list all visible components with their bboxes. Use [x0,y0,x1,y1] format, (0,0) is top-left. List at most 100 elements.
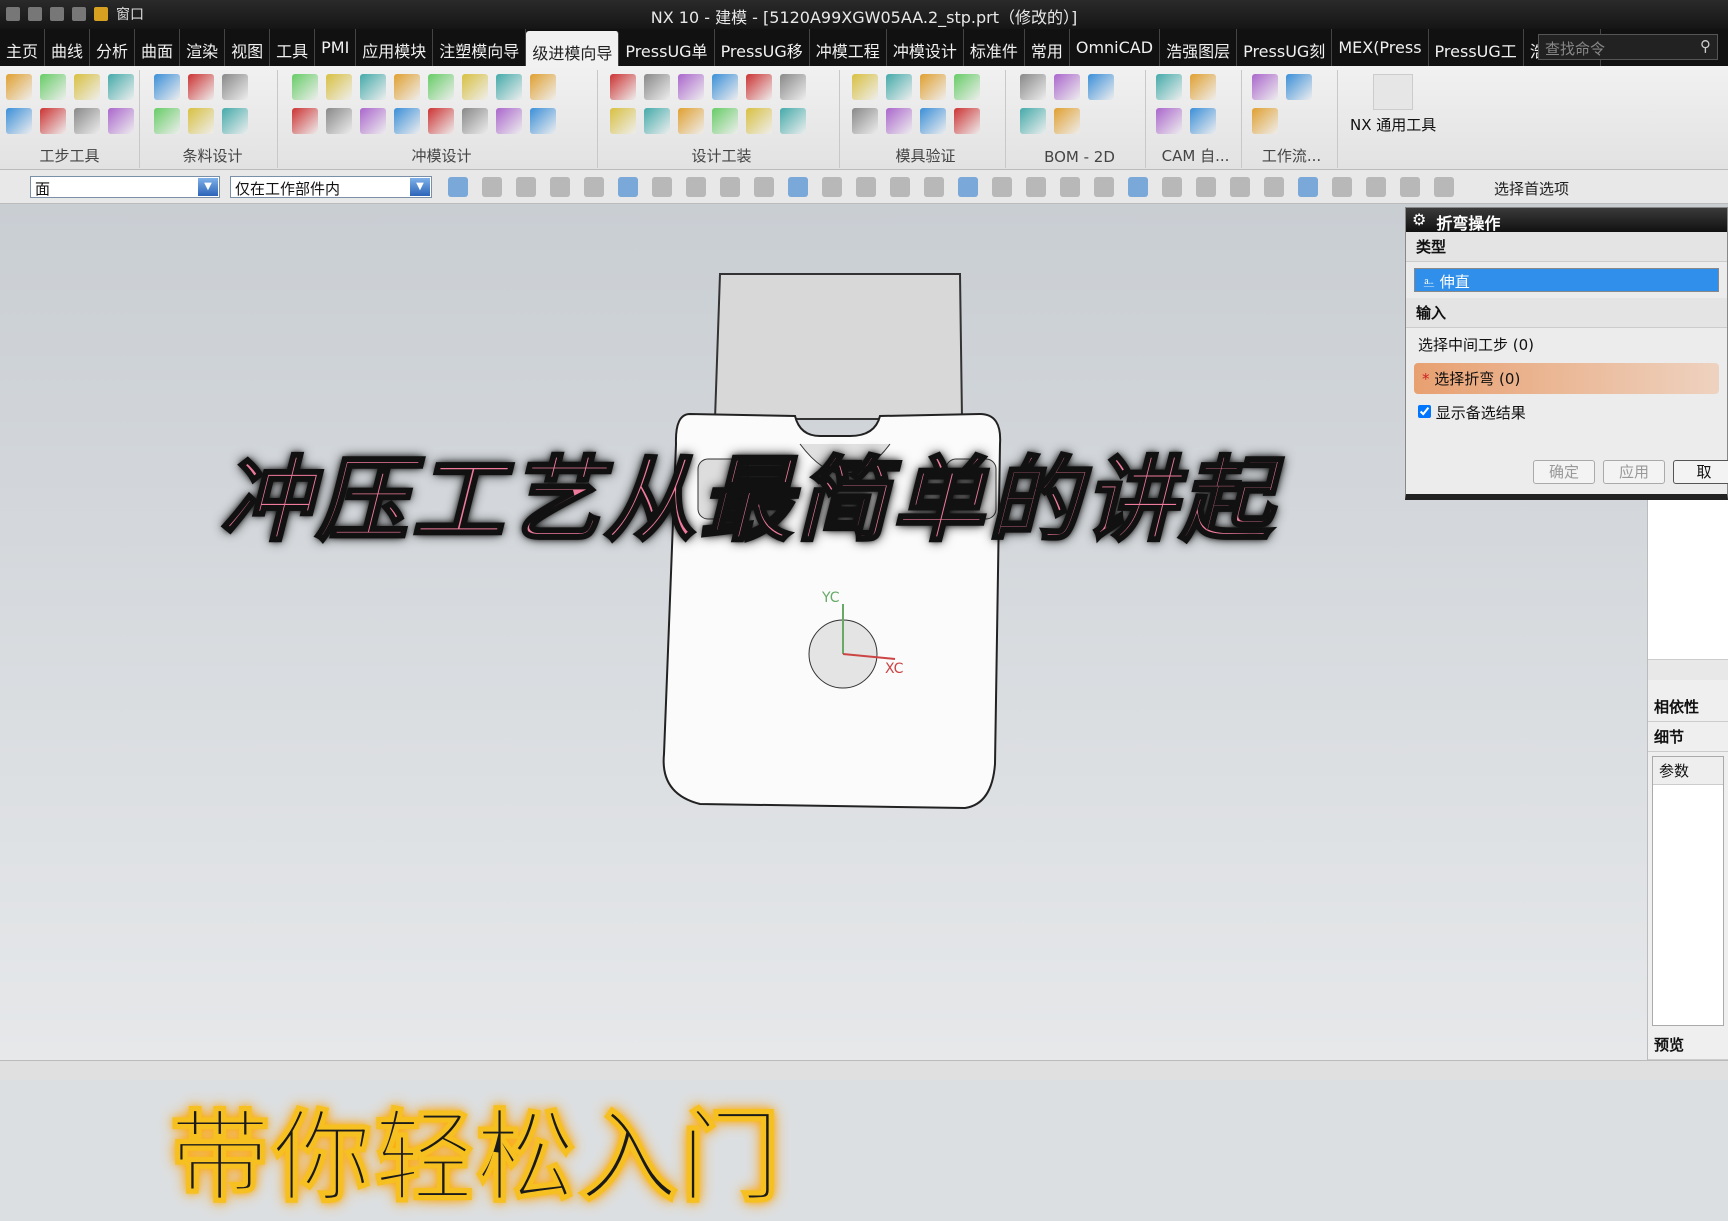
ribbon-tool-icon[interactable] [746,74,772,100]
selection-tool-icon[interactable] [584,177,604,197]
select-bend[interactable]: * 选择折弯 (0) [1414,363,1719,394]
selection-tool-icon[interactable] [822,177,842,197]
tab-15[interactable]: 标准件 [964,29,1025,66]
selection-tool-icon[interactable] [890,177,910,197]
tab-0[interactable]: 主页 [0,29,46,66]
show-alternatives-checkbox[interactable] [1418,405,1431,418]
gear-icon[interactable]: ⚙ [1412,210,1426,230]
ok-button[interactable]: 确定 [1533,460,1595,484]
selection-tool-icon[interactable] [686,177,706,197]
ribbon-tool-icon[interactable] [712,108,738,134]
tab-5[interactable]: 视图 [225,29,271,66]
ribbon-tool-icon[interactable] [108,108,134,134]
dependency-section[interactable]: 相依性 [1648,692,1728,722]
ribbon-tool-icon[interactable] [40,74,66,100]
tab-13[interactable]: 冲模工程 [810,29,887,66]
selection-tool-icon[interactable] [788,177,808,197]
tab-6[interactable]: 工具 [270,29,316,66]
ribbon-tool-icon[interactable] [780,74,806,100]
ribbon-tool-icon[interactable] [188,108,214,134]
ribbon-tool-icon[interactable] [1020,74,1046,100]
selection-tool-icon[interactable] [958,177,978,197]
tab-1[interactable]: 曲线 [45,29,91,66]
selection-tool-icon[interactable] [448,177,468,197]
ribbon-tool-icon[interactable] [292,74,318,100]
ribbon-tool-icon[interactable] [1286,74,1312,100]
selection-tool-icon[interactable] [1162,177,1182,197]
selection-tool-icon[interactable] [1434,177,1454,197]
ribbon-tool-icon[interactable] [74,108,100,134]
ribbon-tool-icon[interactable] [644,74,670,100]
selection-tool-icon[interactable] [856,177,876,197]
tab-20[interactable]: MEX(Press [1332,29,1429,66]
tab-4[interactable]: 渲染 [180,29,226,66]
selection-tool-icon[interactable] [482,177,502,197]
ribbon-tool-icon[interactable] [360,108,386,134]
ribbon-tool-icon[interactable] [394,108,420,134]
tab-12[interactable]: PressUG移 [715,29,810,66]
tab-7[interactable]: PMI [315,29,357,66]
ribbon-tool-icon[interactable] [462,74,488,100]
tab-3[interactable]: 曲面 [135,29,181,66]
tab-14[interactable]: 冲模设计 [887,29,964,66]
ribbon-tool-icon[interactable] [1252,108,1278,134]
ribbon-tool-icon[interactable] [920,108,946,134]
ribbon-tool-icon[interactable] [530,108,556,134]
selection-tool-icon[interactable] [720,177,740,197]
tab-11[interactable]: PressUG单 [619,29,715,66]
ribbon-tool-icon[interactable] [462,108,488,134]
select-intermediate-step[interactable]: 选择中间工步 (0) [1406,328,1727,361]
input-section[interactable]: 输入 [1406,298,1727,328]
selection-tool-icon[interactable] [1400,177,1420,197]
ribbon-tool-icon[interactable] [886,74,912,100]
selection-tool-icon[interactable] [1366,177,1386,197]
type-select[interactable]: ⎁ 伸直 [1414,268,1719,292]
ribbon-tool-icon[interactable] [610,74,636,100]
ribbon-tool-icon[interactable] [428,74,454,100]
selection-preferences-button[interactable]: 选择首选项 [1494,178,1569,199]
ribbon-tool-icon[interactable] [678,74,704,100]
tab-16[interactable]: 常用 [1025,29,1070,66]
selection-tool-icon[interactable] [1264,177,1284,197]
ribbon-tool-icon[interactable] [6,74,32,100]
apply-button[interactable]: 应用 [1603,460,1665,484]
ribbon-tool-icon[interactable] [746,108,772,134]
ribbon-tool-icon[interactable] [428,108,454,134]
tab-10[interactable]: 级进模向导 [526,31,620,66]
ribbon-tool-icon[interactable] [886,108,912,134]
type-section[interactable]: 类型 [1406,232,1727,262]
selection-scope-select[interactable]: 仅在工作部件内 ▼ [230,176,432,198]
tab-21[interactable]: PressUG工 [1429,29,1524,66]
selection-tool-icon[interactable] [1060,177,1080,197]
selection-tool-icon[interactable] [1230,177,1250,197]
ribbon-tool-icon[interactable] [954,74,980,100]
selection-tool-icon[interactable] [992,177,1012,197]
command-search-input[interactable]: 查找命令 ⚲ [1538,34,1718,60]
ribbon-tool-icon[interactable] [1020,108,1046,134]
ribbon-tool-icon[interactable] [852,74,878,100]
selection-tool-icon[interactable] [550,177,570,197]
ribbon-tool-icon[interactable] [1088,74,1114,100]
ribbon-tool-icon[interactable] [496,108,522,134]
selection-tool-icon[interactable] [924,177,944,197]
ribbon-tool-icon[interactable] [6,108,32,134]
ribbon-tool-icon[interactable] [108,74,134,100]
ribbon-tool-icon[interactable] [1054,74,1080,100]
ribbon-tool-icon[interactable] [1156,108,1182,134]
ribbon-tool-icon[interactable] [530,74,556,100]
navigator-list[interactable] [1648,500,1728,660]
ribbon-tool-icon[interactable] [326,108,352,134]
ribbon-tool-icon[interactable] [1190,108,1216,134]
ribbon-tool-icon[interactable] [678,108,704,134]
ribbon-tool-icon[interactable] [326,74,352,100]
ribbon-tool-icon[interactable] [222,108,248,134]
selection-tool-icon[interactable] [1196,177,1216,197]
ribbon-tool-icon[interactable] [954,108,980,134]
ribbon-tool-icon[interactable] [154,108,180,134]
details-section[interactable]: 细节 [1648,722,1728,752]
chevron-down-icon[interactable]: ▼ [198,178,218,196]
ribbon-tool-icon[interactable] [1252,74,1278,100]
tab-17[interactable]: OmniCAD [1070,29,1161,66]
selection-tool-icon[interactable] [652,177,672,197]
chevron-down-icon[interactable]: ▼ [410,178,430,196]
